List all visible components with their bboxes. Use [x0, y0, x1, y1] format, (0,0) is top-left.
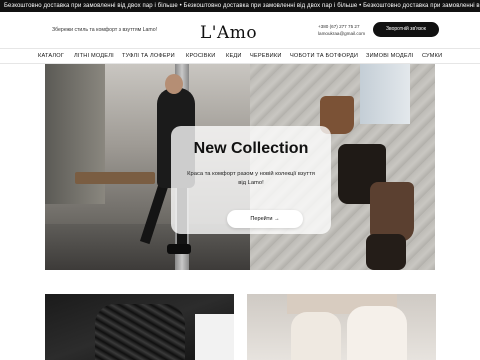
nav-item-catalog[interactable]: КАТАЛОГ	[38, 49, 64, 64]
promo-text: Безкоштовно доставка при замовленні від …	[4, 3, 480, 9]
hero-cta-button[interactable]: Перейти →	[227, 210, 303, 228]
contact-info: +380 (67) 277 75 27 lamoukraa@gmail.com	[318, 23, 365, 37]
logo[interactable]: L'Amo	[200, 20, 257, 42]
logo-text: L'Amo	[200, 23, 258, 43]
callback-button[interactable]: Зворотній зв'язок	[373, 22, 439, 37]
nav-item-keds[interactable]: КЕДИ	[226, 49, 242, 64]
hero-subtitle: Краса та комфорт разом у новій колекції …	[187, 171, 315, 186]
category-tile-boots[interactable]	[45, 294, 234, 360]
hero-title: New Collection	[193, 140, 309, 157]
header-tagline: Збережи стиль та комфорт з взуттям Lamo!	[52, 27, 158, 33]
nav-item-shoes-loafers[interactable]: ТУФЛІ ТА ЛОФЕРИ	[122, 49, 175, 64]
nav-item-summer-models[interactable]: ЛІТНІ МОДЕЛІ	[74, 49, 114, 64]
category-tile-shoes[interactable]	[247, 294, 436, 360]
nav-item-sneakers[interactable]: КРОСІВКИ	[186, 49, 215, 64]
contact-phone[interactable]: +380 (67) 277 75 27	[318, 23, 365, 30]
nav-item-high-boots[interactable]: ЧОБОТИ ТА БОТФОРДИ	[290, 49, 358, 64]
hero-banner: New Collection Краса та комфорт разом у …	[45, 64, 435, 270]
promo-bar: Безкоштовно доставка при замовленні від …	[0, 0, 480, 12]
contact-email[interactable]: lamoukraa@gmail.com	[318, 30, 365, 37]
hero-card: New Collection Краса та комфорт разом у …	[171, 126, 331, 234]
nav-item-bags[interactable]: СУМКИ	[422, 49, 442, 64]
nav-item-winter-models[interactable]: ЗИМОВІ МОДЕЛІ	[366, 49, 413, 64]
main-nav: КАТАЛОГ ЛІТНІ МОДЕЛІ ТУФЛІ ТА ЛОФЕРИ КРО…	[0, 48, 480, 64]
nav-item-boots[interactable]: ЧЕРЕВИКИ	[250, 49, 282, 64]
site-header: Збережи стиль та комфорт з взуттям Lamo!…	[0, 12, 480, 48]
